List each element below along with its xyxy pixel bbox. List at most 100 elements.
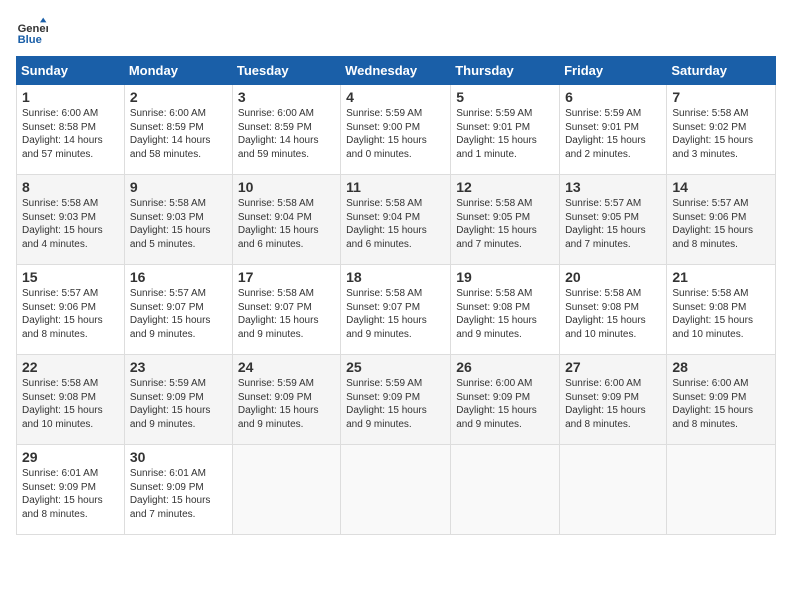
header-saturday: Saturday <box>667 57 776 85</box>
calendar-cell: 13 Sunrise: 5:57 AMSunset: 9:05 PMDayligh… <box>560 175 667 265</box>
day-number: 1 <box>22 89 119 105</box>
calendar-cell: 1 Sunrise: 6:00 AMSunset: 8:58 PMDaylight… <box>17 85 125 175</box>
calendar-cell: 15 Sunrise: 5:57 AMSunset: 9:06 PMDayligh… <box>17 265 125 355</box>
day-info: Sunrise: 5:58 AMSunset: 9:08 PMDaylight:… <box>565 287 661 341</box>
header-monday: Monday <box>124 57 232 85</box>
calendar-cell <box>232 445 340 535</box>
calendar-cell: 16 Sunrise: 5:57 AMSunset: 9:07 PMDayligh… <box>124 265 232 355</box>
day-info: Sunrise: 5:58 AMSunset: 9:08 PMDaylight:… <box>22 377 119 431</box>
calendar-cell: 5 Sunrise: 5:59 AMSunset: 9:01 PMDaylight… <box>451 85 560 175</box>
calendar-week-3: 15 Sunrise: 5:57 AMSunset: 9:06 PMDayligh… <box>17 265 776 355</box>
day-info: Sunrise: 5:58 AMSunset: 9:05 PMDaylight:… <box>456 197 554 251</box>
day-info: Sunrise: 5:57 AMSunset: 9:06 PMDaylight:… <box>672 197 770 251</box>
calendar-week-4: 22 Sunrise: 5:58 AMSunset: 9:08 PMDayligh… <box>17 355 776 445</box>
day-info: Sunrise: 5:58 AMSunset: 9:04 PMDaylight:… <box>238 197 335 251</box>
day-number: 22 <box>22 359 119 375</box>
day-number: 20 <box>565 269 661 285</box>
day-number: 18 <box>346 269 445 285</box>
calendar-cell: 25 Sunrise: 5:59 AMSunset: 9:09 PMDayligh… <box>341 355 451 445</box>
day-info: Sunrise: 5:58 AMSunset: 9:03 PMDaylight:… <box>130 197 227 251</box>
day-info: Sunrise: 5:59 AMSunset: 9:09 PMDaylight:… <box>346 377 445 431</box>
header-sunday: Sunday <box>17 57 125 85</box>
day-number: 16 <box>130 269 227 285</box>
calendar-cell: 28Sunrise: 6:00 AMSunset: 9:09 PMDayligh… <box>667 355 776 445</box>
day-number: 12 <box>456 179 554 195</box>
header-tuesday: Tuesday <box>232 57 340 85</box>
day-info: Sunrise: 5:58 AMSunset: 9:02 PMDaylight:… <box>672 107 770 161</box>
day-info: Sunrise: 5:57 AMSunset: 9:05 PMDaylight:… <box>565 197 661 251</box>
day-number: 24 <box>238 359 335 375</box>
day-info: Sunrise: 5:59 AMSunset: 9:09 PMDaylight:… <box>238 377 335 431</box>
day-number: 15 <box>22 269 119 285</box>
calendar-cell: 11 Sunrise: 5:58 AMSunset: 9:04 PMDayligh… <box>341 175 451 265</box>
day-number: 2 <box>130 89 227 105</box>
day-number: 23 <box>130 359 227 375</box>
day-info: Sunrise: 6:00 AMSunset: 8:58 PMDaylight:… <box>22 107 119 161</box>
day-number: 5 <box>456 89 554 105</box>
calendar-cell: 12 Sunrise: 5:58 AMSunset: 9:05 PMDayligh… <box>451 175 560 265</box>
logo-icon: General Blue <box>16 16 48 48</box>
calendar-cell: 29 Sunrise: 6:01 AMSunset: 9:09 PMDayligh… <box>17 445 125 535</box>
calendar-cell: 4 Sunrise: 5:59 AMSunset: 9:00 PMDaylight… <box>341 85 451 175</box>
day-info: Sunrise: 5:59 AMSunset: 9:01 PMDaylight:… <box>456 107 554 161</box>
day-info: Sunrise: 5:58 AMSunset: 9:04 PMDaylight:… <box>346 197 445 251</box>
calendar-cell: 21 Sunrise: 5:58 AMSunset: 9:08 PMDayligh… <box>667 265 776 355</box>
calendar-cell: 8Sunrise: 5:58 AMSunset: 9:03 PMDaylight… <box>17 175 125 265</box>
day-info: Sunrise: 6:00 AMSunset: 9:09 PMDaylight:… <box>565 377 661 431</box>
day-number: 19 <box>456 269 554 285</box>
header-wednesday: Wednesday <box>341 57 451 85</box>
calendar-cell: 23 Sunrise: 5:59 AMSunset: 9:09 PMDayligh… <box>124 355 232 445</box>
day-number: 13 <box>565 179 661 195</box>
svg-text:Blue: Blue <box>18 34 42 46</box>
day-number: 9 <box>130 179 227 195</box>
day-info: Sunrise: 5:58 AMSunset: 9:08 PMDaylight:… <box>456 287 554 341</box>
calendar-cell <box>451 445 560 535</box>
logo: General Blue <box>16 16 52 48</box>
day-info: Sunrise: 5:57 AMSunset: 9:06 PMDaylight:… <box>22 287 119 341</box>
header-thursday: Thursday <box>451 57 560 85</box>
calendar-cell: 18 Sunrise: 5:58 AMSunset: 9:07 PMDayligh… <box>341 265 451 355</box>
day-number: 8 <box>22 179 119 195</box>
calendar-cell: 27 Sunrise: 6:00 AMSunset: 9:09 PMDayligh… <box>560 355 667 445</box>
day-number: 21 <box>672 269 770 285</box>
calendar-cell: 20 Sunrise: 5:58 AMSunset: 9:08 PMDayligh… <box>560 265 667 355</box>
day-info: Sunrise: 5:59 AMSunset: 9:01 PMDaylight:… <box>565 107 661 161</box>
day-number: 10 <box>238 179 335 195</box>
day-info: Sunrise: 5:58 AMSunset: 9:08 PMDaylight:… <box>672 287 770 341</box>
day-number: 25 <box>346 359 445 375</box>
day-number: 4 <box>346 89 445 105</box>
calendar-cell: 2 Sunrise: 6:00 AMSunset: 8:59 PMDaylight… <box>124 85 232 175</box>
day-info: Sunrise: 5:58 AMSunset: 9:07 PMDaylight:… <box>238 287 335 341</box>
day-info: Sunrise: 5:59 AMSunset: 9:00 PMDaylight:… <box>346 107 445 161</box>
calendar-cell: 22 Sunrise: 5:58 AMSunset: 9:08 PMDayligh… <box>17 355 125 445</box>
calendar-week-1: 1 Sunrise: 6:00 AMSunset: 8:58 PMDaylight… <box>17 85 776 175</box>
calendar-cell: 19 Sunrise: 5:58 AMSunset: 9:08 PMDayligh… <box>451 265 560 355</box>
day-number: 27 <box>565 359 661 375</box>
day-info: Sunrise: 5:58 AMSunset: 9:07 PMDaylight:… <box>346 287 445 341</box>
day-number: 7 <box>672 89 770 105</box>
day-number: 14 <box>672 179 770 195</box>
calendar-cell: 6 Sunrise: 5:59 AMSunset: 9:01 PMDaylight… <box>560 85 667 175</box>
calendar-header-row: SundayMondayTuesdayWednesdayThursdayFrid… <box>17 57 776 85</box>
day-number: 28 <box>672 359 770 375</box>
calendar-cell: 3Sunrise: 6:00 AMSunset: 8:59 PMDaylight… <box>232 85 340 175</box>
day-info: Sunrise: 6:00 AMSunset: 8:59 PMDaylight:… <box>130 107 227 161</box>
page-header: General Blue <box>16 16 776 48</box>
day-number: 26 <box>456 359 554 375</box>
day-number: 6 <box>565 89 661 105</box>
calendar-cell <box>667 445 776 535</box>
calendar-week-2: 8 Sunrise: 5:58 AMSunset: 9:03 PMDaylight… <box>17 175 776 265</box>
day-number: 30 <box>130 449 227 465</box>
day-number: 11 <box>346 179 445 195</box>
day-info: Sunrise: 5:59 AMSunset: 9:09 PMDaylight:… <box>130 377 227 431</box>
calendar-cell: 14 Sunrise: 5:57 AMSunset: 9:06 PMDayligh… <box>667 175 776 265</box>
day-number: 29 <box>22 449 119 465</box>
day-info: Sunrise: 6:01 AMSunset: 9:09 PMDaylight:… <box>22 467 119 521</box>
calendar-cell: 9 Sunrise: 5:58 AMSunset: 9:03 PMDaylight… <box>124 175 232 265</box>
calendar-week-5: 29 Sunrise: 6:01 AMSunset: 9:09 PMDayligh… <box>17 445 776 535</box>
calendar-cell: 7 Sunrise: 5:58 AMSunset: 9:02 PMDaylight… <box>667 85 776 175</box>
header-friday: Friday <box>560 57 667 85</box>
calendar-table: SundayMondayTuesdayWednesdayThursdayFrid… <box>16 56 776 535</box>
day-number: 3 <box>238 89 335 105</box>
day-info: Sunrise: 5:57 AMSunset: 9:07 PMDaylight:… <box>130 287 227 341</box>
